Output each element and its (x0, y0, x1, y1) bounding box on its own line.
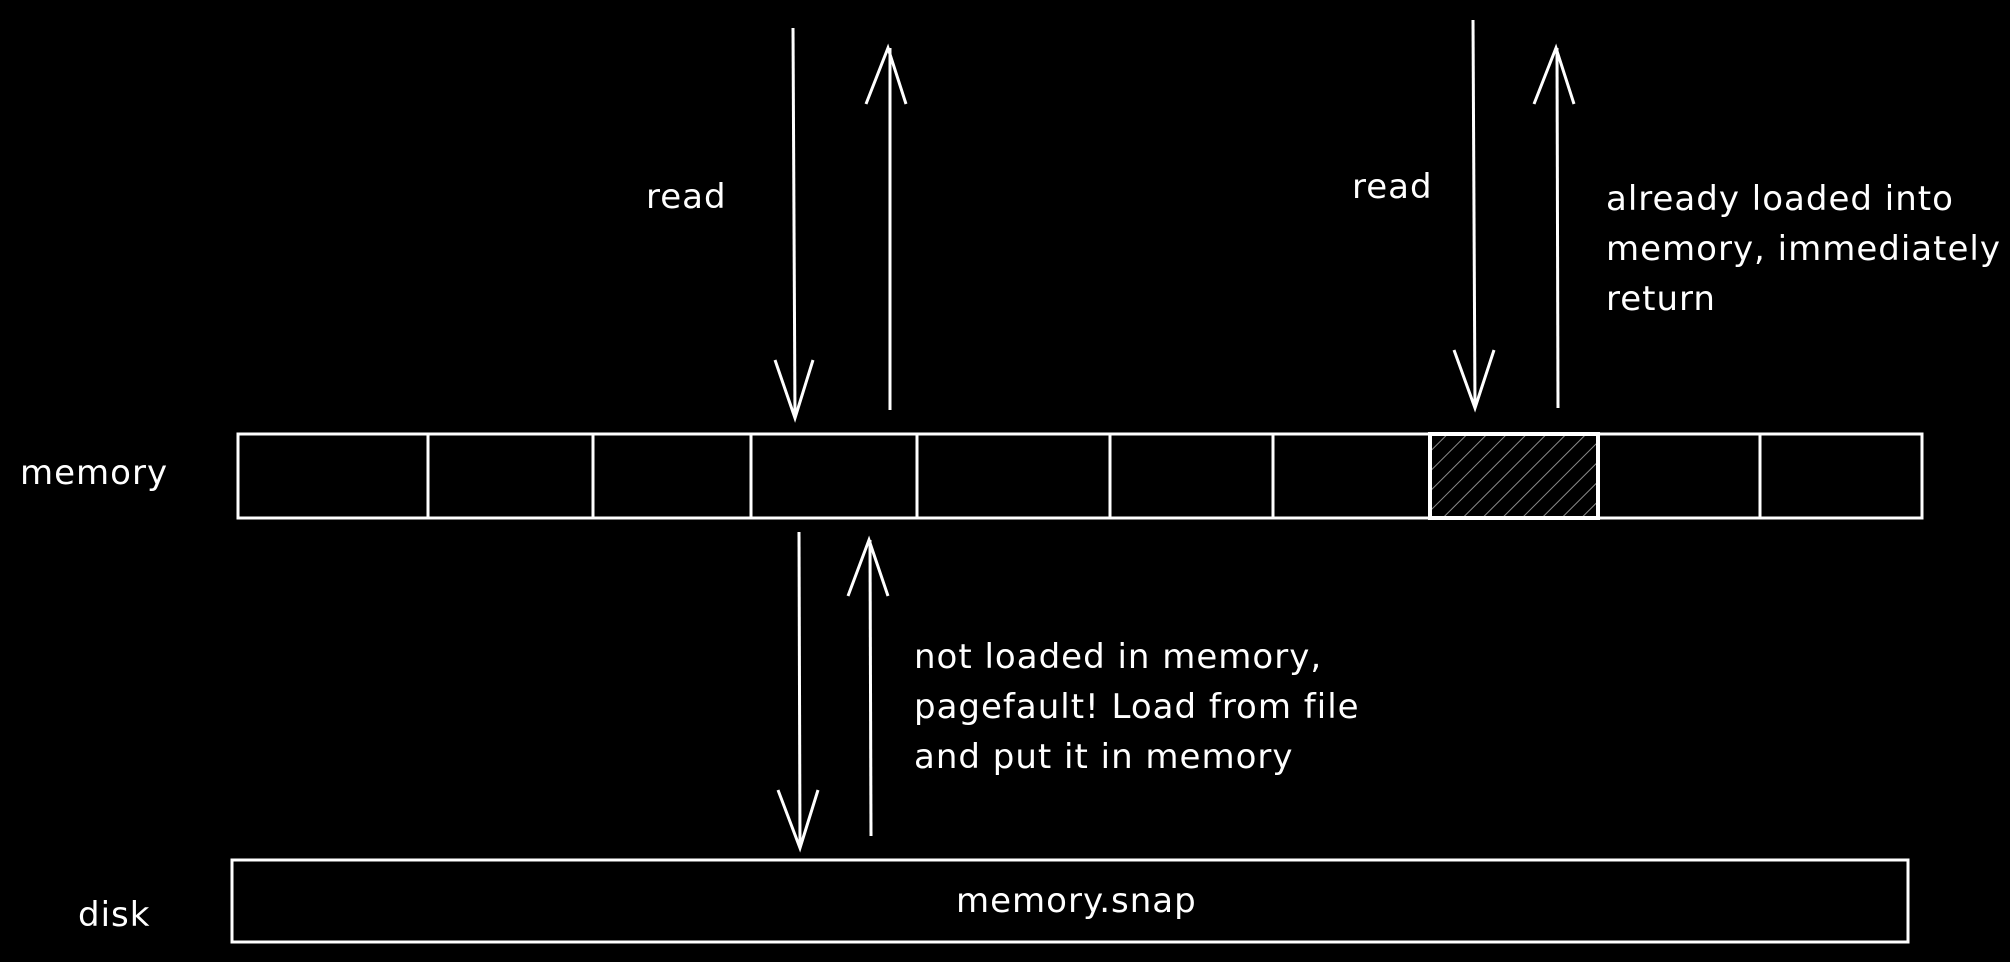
already-loaded-line-3: return (1606, 279, 1716, 319)
memory-cell (1271, 432, 1432, 520)
read-arrow-left-down (773, 27, 815, 423)
memory-cell (1596, 432, 1762, 520)
already-loaded-line-1: already loaded into (1606, 179, 1954, 219)
disk-file-label: memory.snap (956, 881, 1197, 921)
memory-cell (1108, 432, 1275, 520)
memory-cell-loaded (1428, 432, 1600, 520)
already-loaded-note: already loaded into memory, immediately … (1606, 174, 2001, 324)
not-loaded-note: not loaded in memory, pagefault! Load fr… (914, 632, 1360, 782)
not-loaded-line-1: not loaded in memory, (914, 637, 1323, 677)
memory-cell (915, 432, 1112, 520)
memory-cell (1758, 432, 1924, 520)
memory-row (236, 432, 1924, 520)
disk-label: disk (78, 895, 151, 935)
load-arrow-down (776, 531, 820, 853)
not-loaded-line-2: pagefault! Load from file (914, 687, 1360, 727)
read-label-left: read (646, 177, 727, 217)
read-arrow-right-down (1452, 19, 1496, 413)
memory-label: memory (20, 453, 169, 493)
read-label-right: read (1352, 167, 1433, 207)
not-loaded-line-3: and put it in memory (914, 737, 1294, 777)
return-arrow-right-up (1532, 43, 1576, 409)
diagram-canvas (230, 19, 1924, 944)
return-arrow-left-up (864, 43, 908, 410)
memory-cell (591, 432, 753, 520)
already-loaded-line-2: memory, immediately (1606, 229, 2001, 269)
load-arrow-up (846, 535, 890, 837)
memory-cell (236, 432, 430, 520)
memory-cell (426, 432, 595, 520)
memory-cell (749, 432, 919, 520)
